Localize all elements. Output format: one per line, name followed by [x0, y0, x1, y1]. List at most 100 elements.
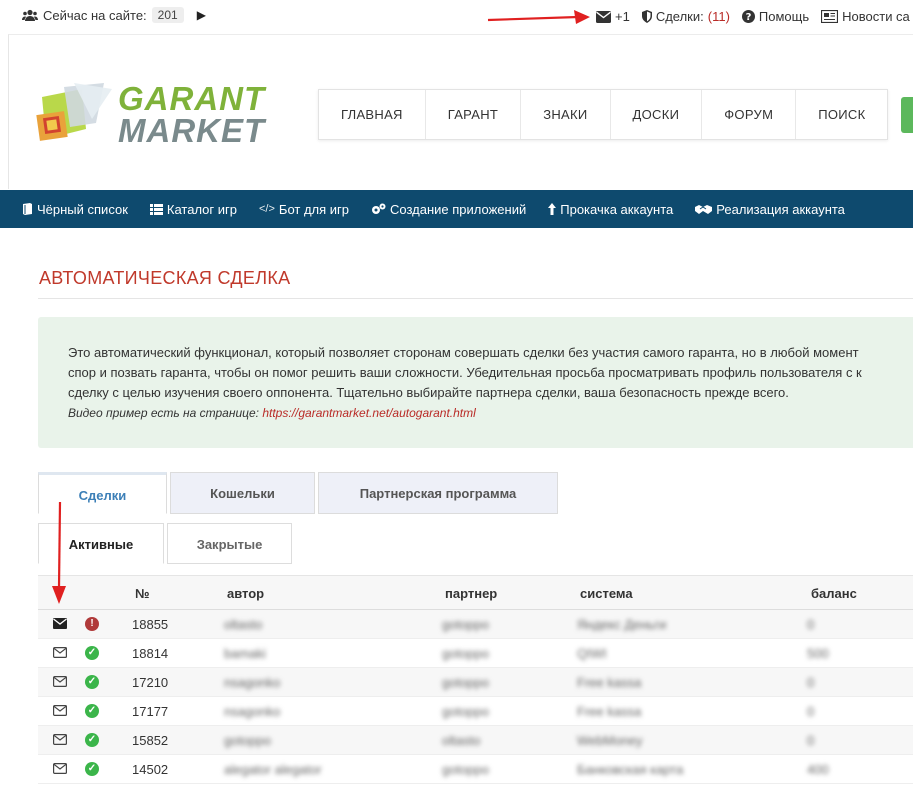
notice-line: сделку с целью изучения своего оппонента…: [68, 385, 789, 400]
notice-line: Это автоматический функционал, который п…: [68, 345, 859, 360]
deal-partner: oltasto: [442, 733, 481, 748]
table-row[interactable]: ✓ 17210 nsagonko gotoppo Free kassa 0: [38, 668, 913, 697]
question-circle-icon: ?: [741, 10, 755, 23]
menu-item-blacklist[interactable]: Чёрный список: [22, 202, 128, 217]
envelope-icon[interactable]: [53, 618, 67, 629]
check-circle-icon: ✓: [85, 675, 99, 689]
help-link[interactable]: ? Помощь: [741, 9, 810, 24]
deals-label: Сделки:: [655, 9, 704, 24]
menu-item-bot[interactable]: </> Бот для игр: [259, 202, 349, 217]
annotation-arrow-down: [52, 501, 66, 604]
envelope-outline-icon[interactable]: [53, 763, 67, 774]
deal-partner: gotoppo: [442, 762, 489, 777]
menu-item-sell[interactable]: Реализация аккаунта: [695, 202, 845, 217]
menu-item-catalog[interactable]: Каталог игр: [149, 201, 237, 217]
logo-line2: MARKET: [118, 112, 266, 149]
news-link[interactable]: Новости са: [821, 9, 910, 24]
menu-label: Бот для игр: [278, 201, 350, 217]
nav-item-forum[interactable]: ФОРУМ: [702, 90, 797, 139]
check-circle-icon: ✓: [85, 733, 99, 747]
green-action-button[interactable]: [901, 97, 913, 133]
table-row[interactable]: ✓ 14502 alegator alegator gotoppo Банковская…: [38, 755, 913, 784]
nav-item-boards[interactable]: ДОСКИ: [611, 90, 703, 139]
check-circle-icon: ✓: [85, 762, 99, 776]
col-header-partner: партнер: [445, 586, 498, 601]
tab-closed[interactable]: Закрытые: [167, 523, 292, 564]
menu-item-apps[interactable]: Создание приложений: [371, 202, 526, 217]
logo-emblem-icon: [36, 83, 112, 141]
deal-number[interactable]: 17177: [132, 704, 168, 719]
envelope-outline-icon[interactable]: [53, 647, 67, 658]
shield-icon: [641, 10, 652, 23]
play-icon[interactable]: ▶: [197, 8, 206, 22]
tab-partner-program[interactable]: Партнерская программа: [318, 472, 558, 514]
news-label: Новости са: [842, 9, 910, 24]
deal-number[interactable]: 15852: [132, 733, 168, 748]
deal-system: Free kassa: [577, 675, 642, 690]
sub-tabs: Активные Закрытые: [38, 523, 295, 565]
nav-item-home[interactable]: ГЛАВНАЯ: [319, 90, 426, 139]
logo-line1: GARANT: [118, 80, 266, 117]
list-icon: [149, 203, 163, 215]
envelope-icon: [596, 10, 611, 23]
deal-balance: 0: [807, 704, 815, 719]
deal-partner: gotoppo: [442, 617, 489, 632]
deal-author: gotoppo: [224, 733, 271, 748]
video-note: Видео пример есть на странице: https://g…: [68, 403, 913, 423]
messages-link[interactable]: +1: [596, 9, 630, 24]
table-row[interactable]: ✓ 15852 gotoppo oltasto WebMoney 0: [38, 726, 913, 755]
tab-wallets[interactable]: Кошельки: [170, 472, 315, 514]
nav-item-signs[interactable]: ЗНАКИ: [521, 90, 611, 139]
col-header-num: №: [135, 586, 150, 601]
menu-label: Каталог игр: [166, 201, 237, 217]
handshake-icon: [695, 204, 713, 214]
deal-number[interactable]: 17210: [132, 675, 168, 690]
deal-system: WebMoney: [577, 733, 643, 748]
deal-partner: gotoppo: [442, 675, 489, 690]
svg-text:?: ?: [746, 12, 752, 23]
deal-number[interactable]: 18814: [132, 646, 168, 661]
deal-author: bamaki: [224, 646, 266, 661]
deal-balance: 0: [807, 617, 815, 632]
table-header: № автор партнер система баланс: [38, 575, 913, 610]
book-icon: [23, 203, 32, 215]
newspaper-icon: [821, 10, 839, 23]
envelope-outline-icon[interactable]: [53, 676, 67, 687]
warning-icon: !: [85, 617, 99, 631]
title-divider: [38, 298, 913, 299]
deal-system: Яндекс Деньги: [577, 617, 667, 632]
menu-label: Реализация аккаунта: [716, 201, 845, 217]
code-icon: </>: [259, 203, 275, 215]
notice-line: спор и позвать гаранта, чтобы он помог р…: [68, 365, 862, 380]
menu-label: Чёрный список: [37, 201, 128, 217]
messages-count: +1: [615, 9, 630, 24]
nav-item-search[interactable]: ПОИСК: [796, 90, 887, 139]
deal-author: oltasto: [224, 617, 263, 632]
deal-balance: 500: [807, 646, 829, 661]
page-title: АВТОМАТИЧЕСКАЯ СДЕЛКА: [39, 268, 291, 288]
deal-number[interactable]: 18855: [132, 617, 168, 632]
annotation-arrow-right: [487, 10, 590, 24]
menu-item-boost[interactable]: Прокачка аккаунта: [548, 202, 673, 217]
deal-system: Банковская карта: [577, 762, 684, 777]
table-row[interactable]: ✓ 17177 nsagonko gotoppo Free kassa 0: [38, 697, 913, 726]
video-link[interactable]: https://garantmarket.net/autogarant.html: [262, 406, 475, 420]
help-label: Помощь: [758, 9, 810, 24]
site-logo[interactable]: GARANT MARKET: [34, 80, 274, 153]
main-nav: ГЛАВНАЯ ГАРАНТ ЗНАКИ ДОСКИ ФОРУМ ПОИСК: [318, 89, 889, 140]
table-row[interactable]: ! 18855 oltasto gotoppo Яндекс Деньги 0: [38, 610, 913, 639]
deal-partner: gotoppo: [442, 646, 489, 661]
deal-number[interactable]: 14502: [132, 762, 168, 777]
envelope-outline-icon[interactable]: [53, 734, 67, 745]
envelope-outline-icon[interactable]: [53, 705, 67, 716]
secondary-menu: Чёрный список Каталог игр </> Бот для иг…: [0, 190, 913, 228]
deal-balance: 400: [807, 762, 829, 777]
deals-link[interactable]: Сделки: (11): [641, 9, 730, 24]
check-circle-icon: ✓: [85, 704, 99, 718]
nav-item-garant[interactable]: ГАРАНТ: [426, 90, 522, 139]
deal-balance: 0: [807, 733, 815, 748]
table-row[interactable]: ✓ 18814 bamaki gotoppo QIWI 500: [38, 639, 913, 668]
deals-table: № автор партнер система баланс ! 18855 olt…: [38, 575, 913, 784]
deal-partner: gotoppo: [442, 704, 489, 719]
deals-count: (11): [707, 9, 730, 24]
